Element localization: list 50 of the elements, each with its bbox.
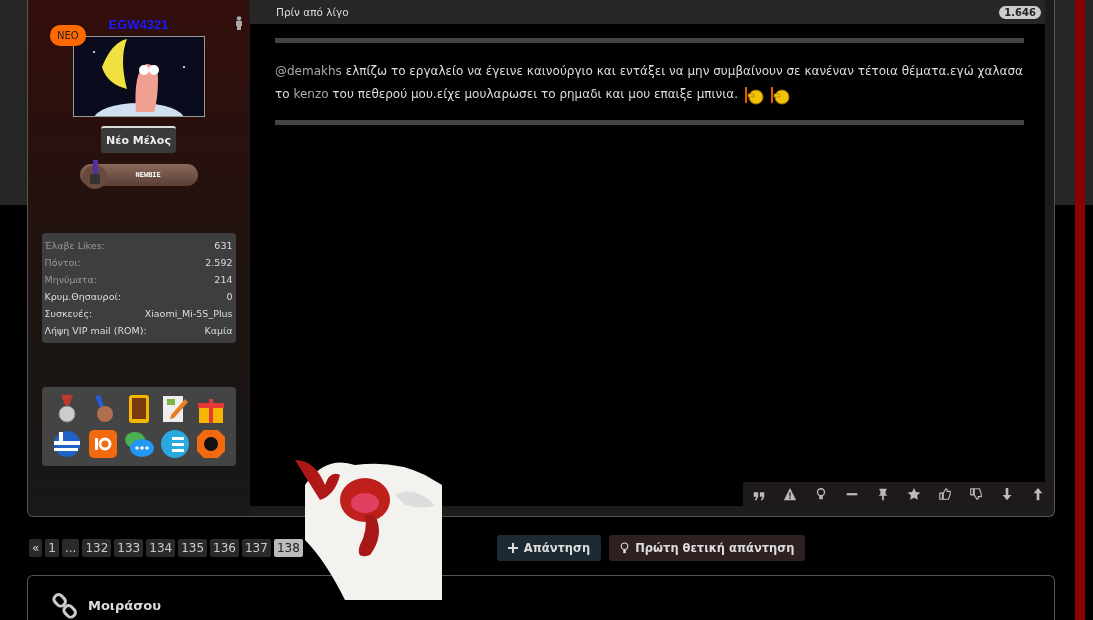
thumbs-up-icon[interactable] [938, 487, 952, 501]
page-link[interactable]: « [29, 539, 43, 557]
mention-link[interactable]: @demakhs [275, 64, 342, 78]
stat-value: 631 [214, 239, 233, 253]
stat-value: Xiaomi_Mi-5S_Plus [144, 307, 233, 321]
device-link[interactable]: kenzo [293, 87, 329, 101]
stat-label: Έλαβε Likes: [44, 239, 105, 253]
page-link[interactable]: 138 [273, 539, 303, 557]
link-icon [52, 592, 78, 619]
stat-value: 2.592 [205, 256, 233, 270]
arrow-down-icon[interactable] [1000, 487, 1014, 501]
first-positive-button[interactable]: Πρώτη θετική απάντηση [609, 535, 806, 561]
stat-value: 0 [226, 290, 233, 304]
plus-icon [507, 543, 518, 553]
stat-label: Συσκευές: [44, 307, 93, 321]
page-link[interactable]: 135 [178, 539, 208, 557]
pointing-hand-icon [770, 84, 791, 105]
badge-icon [194, 428, 227, 460]
page-link[interactable]: 137 [241, 539, 271, 557]
warning-icon[interactable] [783, 487, 797, 501]
post-message: @demakhs ελπίζω το εργαλείο να έγεινε καινούργιο και εντάξει να μην συμβαίνουν σε κανέναν τέτοια θέματα.εγώ χαλασα το kenzo του πεθερού μου.είχε μουλαρωσει το ρημαδι και μου επαιξε μπινια. [275, 60, 1024, 106]
badge-icon [86, 428, 119, 460]
star-icon[interactable] [907, 487, 921, 501]
new-badge: ΝΕΟ [50, 25, 86, 46]
thumbs-down-icon[interactable] [969, 487, 983, 501]
stat-value: 214 [214, 273, 233, 287]
page-link[interactable]: 136 [210, 539, 239, 557]
page-link[interactable]: 133 [114, 539, 144, 557]
stat-value: Καμία [204, 324, 233, 338]
bulb-icon [620, 542, 630, 554]
list-icon [158, 428, 191, 460]
hand-icon [81, 160, 108, 190]
page-link[interactable]: 1 [45, 539, 59, 557]
rank-label: Νέο Μέλος [101, 126, 176, 153]
page-link[interactable]: 132 [82, 539, 112, 557]
post-number[interactable]: 1.646 [999, 5, 1041, 19]
pointing-hand-icon [744, 84, 765, 105]
page-link[interactable]: 134 [146, 539, 176, 557]
stat-label: Κρυμ.Θησαυροί: [44, 290, 121, 304]
bulb-icon[interactable] [814, 487, 828, 501]
arrow-up-icon[interactable] [1031, 487, 1045, 501]
pin-icon[interactable] [876, 487, 890, 501]
stat-label: Λήψη VIP mail (ROM): [44, 324, 147, 338]
reply-button[interactable]: Απάντηση [496, 535, 602, 561]
page-link[interactable]: ... [62, 539, 80, 557]
share-title: Μοιράσου [88, 598, 161, 613]
stat-label: Μηνύματα: [44, 273, 97, 287]
stat-label: Πόντοι: [44, 256, 81, 270]
person-icon [235, 16, 243, 30]
post-time: Πρίν από λίγο [276, 6, 349, 18]
